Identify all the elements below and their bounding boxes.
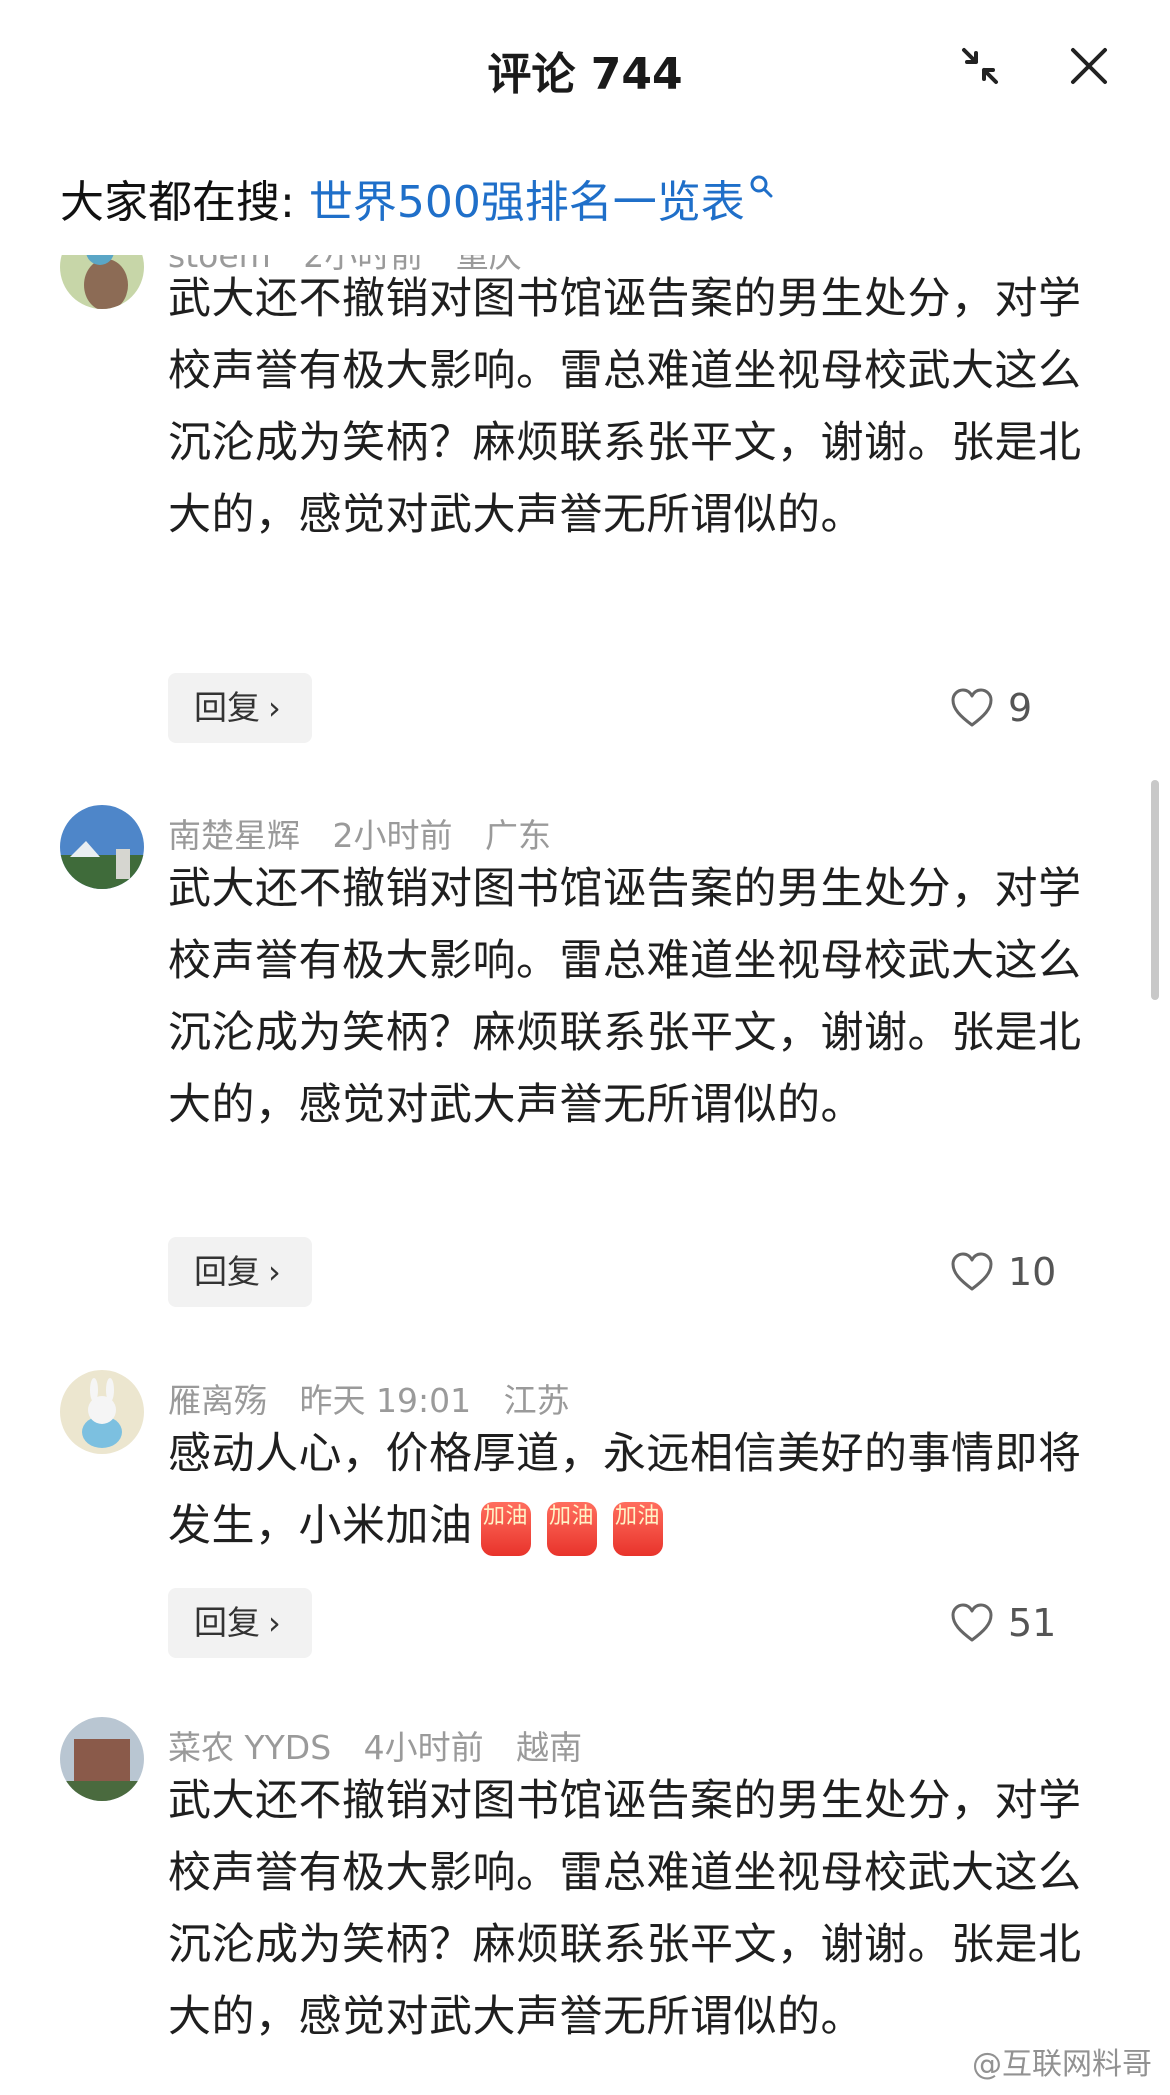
close-icon[interactable] [1067, 44, 1111, 88]
reply-button[interactable]: 回复 › [168, 673, 312, 743]
comment-text: 武大还不撤销对图书馆诬告案的男生处分，对学校声誉有极大影响。雷总难道坐视母校武大… [168, 274, 1082, 540]
comment-time: 昨天 19:01 [299, 1381, 472, 1420]
comment-text: 感动人心，价格厚道，永远相信美好的事情即将发生，小米加油 加油 加油 加油 [168, 1418, 1088, 1562]
username[interactable]: 南楚星辉 [168, 816, 300, 855]
comment-meta: 南楚星辉 2小时前 广东 [168, 809, 573, 857]
search-prefix: 大家都在搜: [60, 177, 295, 228]
chevron-right-icon: › [268, 1604, 281, 1642]
jiayou-emoji-icon: 加油 [546, 1501, 597, 1556]
comment-list[interactable]: stoem 2小时前 重庆 武大还不撤销对图书馆诬告案的男生处分，对学校声誉有极… [0, 255, 1170, 2095]
scrollbar[interactable] [1151, 780, 1159, 1000]
like-count: 10 [1008, 1250, 1057, 1294]
reply-label: 回复 [194, 1252, 260, 1291]
heart-icon [951, 1603, 993, 1642]
comment-location: 广东 [485, 816, 551, 855]
comment-location: 越南 [516, 1728, 583, 1767]
comment-time: 2小时前 [332, 816, 453, 855]
comment-time: 4小时前 [363, 1728, 484, 1767]
watermark: @互联网料哥 [972, 2047, 1152, 2082]
reply-label: 回复 [194, 688, 260, 727]
like-count: 9 [1008, 686, 1033, 730]
like-button[interactable]: 10 [950, 1237, 1056, 1307]
like-button[interactable]: 9 [950, 673, 1032, 743]
search-query-link[interactable]: 世界500强排名一览表 [309, 177, 745, 228]
search-suggestion: 大家都在搜: 世界500强排名一览表 [60, 166, 775, 230]
chevron-right-icon: › [268, 689, 281, 727]
search-icon[interactable] [749, 174, 775, 200]
avatar[interactable] [60, 805, 144, 889]
reply-button[interactable]: 回复 › [168, 1588, 312, 1658]
chevron-right-icon: › [268, 1253, 281, 1291]
heart-icon [951, 1252, 993, 1291]
reply-label: 回复 [194, 1603, 260, 1642]
jiayou-emoji-icon: 加油 [480, 1501, 531, 1556]
reply-button[interactable]: 回复 › [168, 1237, 312, 1307]
comment-text: 武大还不撤销对图书馆诬告案的男生处分，对学校声誉有极大影响。雷总难道坐视母校武大… [168, 1776, 1082, 2042]
comment-location: 江苏 [503, 1381, 570, 1420]
comment-text: 武大还不撤销对图书馆诬告案的男生处分，对学校声誉有极大影响。雷总难道坐视母校武大… [168, 864, 1082, 1130]
comment-header: 评论 744 [0, 0, 1170, 135]
avatar[interactable] [60, 1370, 144, 1454]
heart-icon [951, 688, 993, 727]
comment-meta: 雁离殇 昨天 19:01 江苏 [168, 1374, 592, 1422]
username[interactable]: 菜农 YYDS [168, 1728, 331, 1767]
comment-meta: 菜农 YYDS 4小时前 越南 [168, 1721, 604, 1769]
avatar[interactable] [60, 255, 144, 309]
like-count: 51 [1008, 1601, 1057, 1645]
jiayou-emoji-icon: 加油 [612, 1501, 663, 1556]
username[interactable]: 雁离殇 [168, 1381, 267, 1420]
avatar[interactable] [60, 1717, 144, 1801]
collapse-icon[interactable] [958, 44, 1002, 88]
like-button[interactable]: 51 [950, 1588, 1056, 1658]
